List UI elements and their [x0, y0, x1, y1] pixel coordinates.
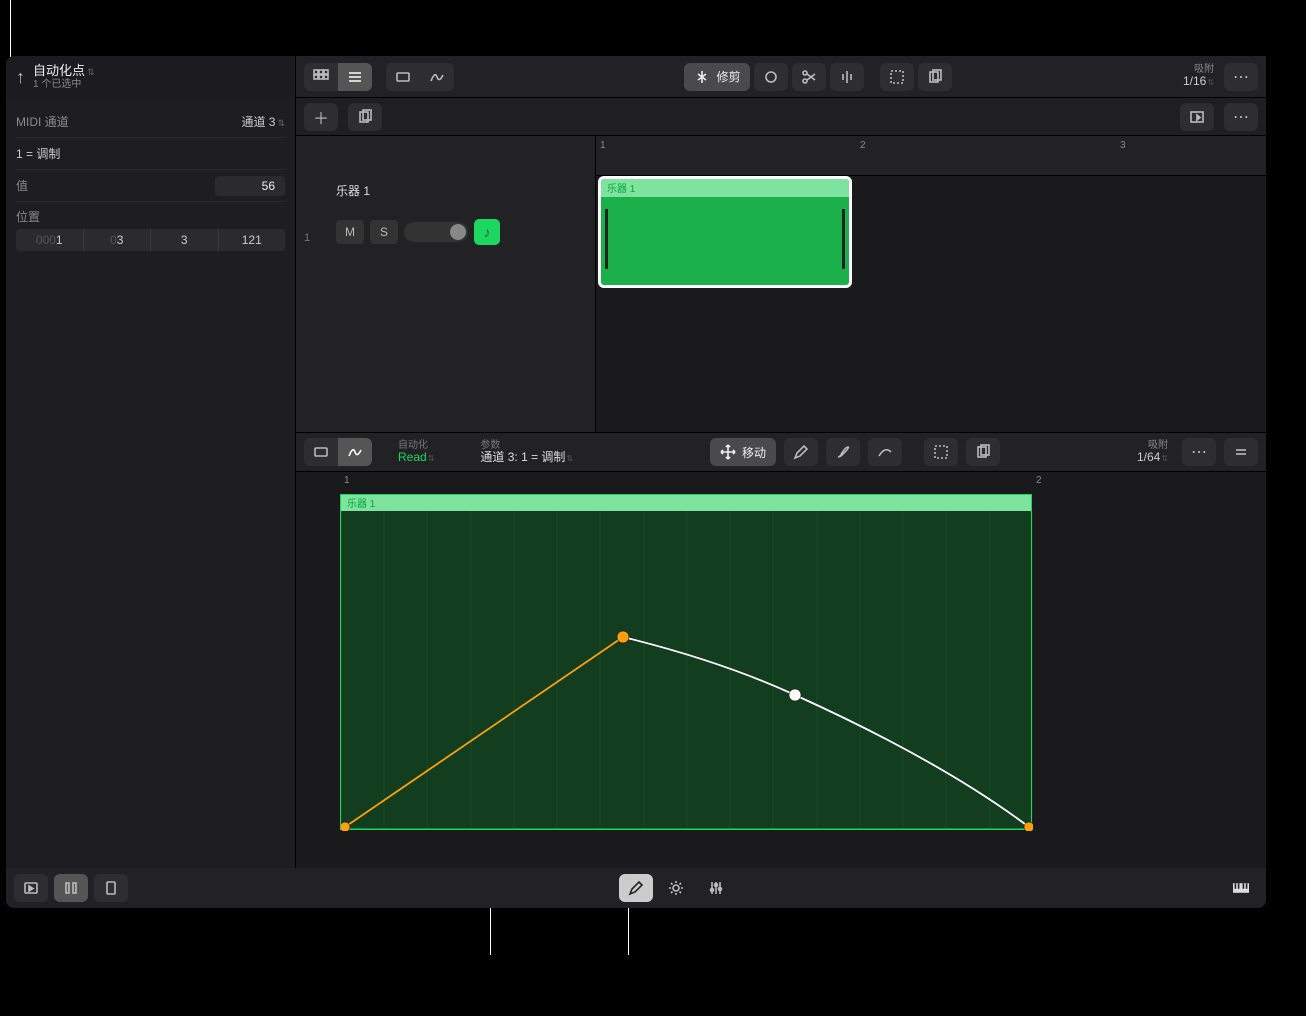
instrument-icon[interactable]: ♪	[474, 219, 500, 245]
pencil-button[interactable]	[784, 438, 818, 466]
tracks-more-button[interactable]: ⋯	[1224, 103, 1258, 131]
more-top-button[interactable]: ⋯	[1224, 63, 1258, 91]
marquee-button[interactable]	[880, 63, 914, 91]
view-mode-segment	[304, 63, 372, 91]
automation-editor[interactable]: 1 2 乐器 1	[296, 472, 1266, 894]
sliders-button[interactable]	[699, 874, 733, 902]
trim-label: 修剪	[716, 68, 740, 85]
editor-grid	[341, 511, 1033, 831]
parameter-popup[interactable]: 参数 通道 3: 1 = 调制	[480, 440, 573, 464]
region-right-handle[interactable]	[842, 209, 845, 269]
track-index: 1	[304, 232, 310, 244]
snap-top-block[interactable]: 吸附 1/16	[1183, 64, 1214, 88]
editor-region-header: 乐器 1	[341, 495, 1031, 511]
midi-region[interactable]: 乐器 1	[598, 176, 852, 288]
bottom-bar	[6, 868, 1266, 908]
add-track-button[interactable]: ＋	[304, 103, 338, 131]
inspector-subtitle: 1 个已选中	[33, 79, 95, 90]
editor-region[interactable]: 乐器 1	[340, 494, 1032, 830]
value-label: 值	[16, 177, 28, 194]
inspector-header: ↑ 自动化点 1 个已选中	[6, 56, 296, 98]
region-button[interactable]	[386, 63, 420, 91]
volume-slider[interactable]	[404, 222, 468, 242]
main-area: ＋ ⋯ 乐器 1 1 M S ♪	[296, 98, 1266, 894]
pencil-bottom-button[interactable]	[619, 874, 653, 902]
editor-curve-button[interactable]	[338, 438, 372, 466]
inspector-panel: MIDI 通道 通道 3 1 = 调制 值 56 位置 0001 03 3 12…	[6, 98, 296, 894]
automation-curve-handle[interactable]	[789, 689, 801, 701]
midi-channel-label: MIDI 通道	[16, 113, 69, 130]
editor-copy-button[interactable]	[966, 438, 1000, 466]
tracks-ruler[interactable]: 1 2 3	[596, 136, 1266, 176]
snap-top-value: 1/16	[1183, 75, 1214, 88]
catch-playhead-button[interactable]	[1180, 103, 1214, 131]
mixer-button[interactable]	[54, 874, 88, 902]
settings-gear-icon[interactable]	[659, 874, 693, 902]
library-button[interactable]	[14, 874, 48, 902]
curve-button[interactable]	[420, 63, 454, 91]
midi-channel-value[interactable]: 通道 3	[241, 113, 285, 130]
mute-button[interactable]: M	[336, 220, 364, 244]
automation-segment-2[interactable]	[623, 637, 1029, 827]
editor-drag-handle[interactable]	[1224, 438, 1258, 466]
list-view-button[interactable]	[338, 63, 372, 91]
region-curve-segment	[386, 63, 454, 91]
brush-button[interactable]	[826, 438, 860, 466]
notes-button[interactable]	[94, 874, 128, 902]
keyboard-button[interactable]	[1224, 874, 1258, 902]
editor-more-button[interactable]: ⋯	[1182, 438, 1216, 466]
tracks-secondary-toolbar: ＋ ⋯	[296, 98, 1266, 136]
curve-tool-button[interactable]	[868, 438, 902, 466]
value-field[interactable]: 56	[215, 176, 285, 196]
editor-marquee-button[interactable]	[924, 438, 958, 466]
region-header: 乐器 1	[601, 179, 849, 197]
automation-point-start[interactable]	[341, 822, 350, 831]
automation-curve[interactable]	[341, 511, 1033, 831]
back-arrow-icon[interactable]: ↑	[16, 67, 25, 88]
automation-point-end[interactable]	[1024, 822, 1033, 831]
region-left-handle[interactable]	[605, 209, 608, 269]
controller-label: 1 = 调制	[16, 145, 60, 162]
editor-region-button[interactable]	[304, 438, 338, 466]
move-tool-button[interactable]: 移动	[710, 438, 776, 466]
position-label: 位置	[16, 210, 40, 224]
copy-button[interactable]	[918, 63, 952, 91]
duplicate-track-button[interactable]	[348, 103, 382, 131]
automation-mode-popup[interactable]: 自动化 Read	[398, 440, 434, 464]
position-field[interactable]: 0001 03 3 121	[16, 229, 285, 251]
app-window: ↑ 自动化点 1 个已选中 修剪	[6, 56, 1266, 894]
inspector-title[interactable]: 自动化点	[33, 64, 95, 78]
loop-button[interactable]	[754, 63, 788, 91]
solo-button[interactable]: S	[370, 220, 398, 244]
tracks-area: 乐器 1 1 M S ♪ 1 2 3 乐器 1	[296, 136, 1266, 432]
editor-toolbar: 自动化 Read 参数 通道 3: 1 = 调制 移动	[296, 432, 1266, 472]
trim-tool-button[interactable]: 修剪	[684, 63, 750, 91]
editor-ruler[interactable]: 1 2	[340, 472, 1266, 494]
tracks-top-toolbar: 修剪 吸附 1/16 ⋯	[296, 56, 1266, 98]
automation-segment-1[interactable]	[345, 637, 623, 827]
automation-point-selected[interactable]	[617, 631, 629, 643]
track-header-column: 乐器 1 1 M S ♪	[296, 136, 596, 432]
scissors-button[interactable]	[792, 63, 826, 91]
snap-editor-block[interactable]: 吸附 1/64	[1137, 440, 1168, 464]
grid-view-button[interactable]	[304, 63, 338, 91]
split-button[interactable]	[830, 63, 864, 91]
